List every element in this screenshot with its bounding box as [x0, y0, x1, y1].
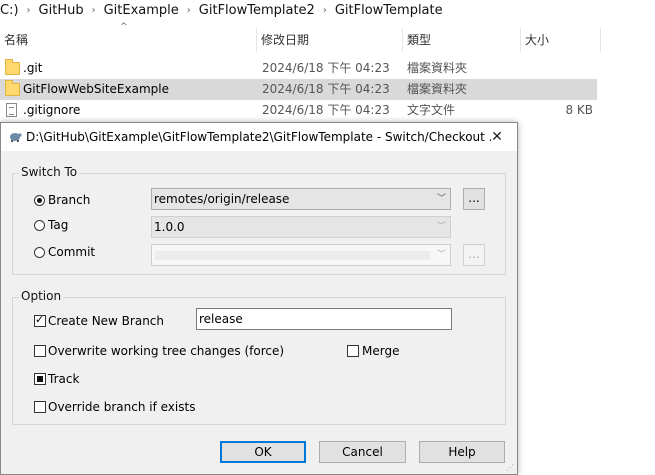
- branch-select[interactable]: remotes/origin/release ﹀: [151, 188, 451, 210]
- merge-checkbox[interactable]: [347, 345, 359, 357]
- file-name: GitFlowWebSiteExample: [23, 82, 169, 96]
- cancel-button[interactable]: Cancel: [319, 441, 406, 463]
- breadcrumb-item[interactable]: GitHub: [39, 3, 84, 18]
- folder-icon: [5, 59, 20, 75]
- ok-button[interactable]: OK: [220, 441, 306, 463]
- chevron-right-icon: ›: [26, 4, 31, 16]
- file-row[interactable]: GitFlowWebSiteExample 2024/6/18 下午 04:23…: [0, 79, 597, 100]
- chevron-right-icon: ›: [186, 4, 191, 16]
- column-header-name[interactable]: 名稱: [0, 28, 257, 52]
- tag-value: 1.0.0: [154, 220, 185, 234]
- group-label: Switch To: [19, 165, 80, 179]
- file-type: 檔案資料夾: [407, 82, 468, 96]
- column-header-type[interactable]: 類型: [403, 28, 521, 52]
- file-row[interactable]: .gitignore 2024/6/18 下午 04:23 文字文件 8 KB: [0, 100, 597, 121]
- group-label: Option: [19, 289, 64, 303]
- text-file-icon: [6, 103, 17, 117]
- overwrite-label: Overwrite working tree changes (force): [48, 344, 285, 358]
- tag-radio[interactable]: [34, 220, 45, 231]
- tag-label: Tag: [48, 218, 69, 232]
- column-header-size[interactable]: 大小: [521, 28, 601, 52]
- track-checkbox[interactable]: [34, 373, 46, 385]
- overwrite-checkbox[interactable]: [34, 345, 46, 357]
- override-branch-label: Override branch if exists: [48, 400, 196, 414]
- file-modified: 2024/6/18 下午 04:23: [262, 61, 390, 75]
- help-button[interactable]: Help: [419, 441, 505, 463]
- close-icon[interactable]: ✕: [483, 123, 511, 151]
- commit-radio[interactable]: [34, 247, 45, 258]
- column-header-modified[interactable]: 修改日期: [257, 28, 403, 52]
- track-label: Track: [48, 372, 80, 386]
- branch-value: remotes/origin/release: [154, 192, 290, 206]
- chevron-right-icon: ›: [91, 4, 96, 16]
- column-headers: 名稱 修改日期 類型 大小: [0, 28, 655, 52]
- merge-label: Merge: [362, 344, 400, 358]
- new-branch-input[interactable]: release: [196, 308, 452, 330]
- file-modified: 2024/6/18 下午 04:23: [262, 82, 390, 96]
- dialog-title: D:\GitHub\GitExample\GitFlowTemplate2\Gi…: [26, 130, 491, 144]
- breadcrumb-item[interactable]: GitFlowTemplate: [335, 3, 443, 18]
- commit-label: Commit: [48, 245, 96, 259]
- dialog-titlebar[interactable]: D:\GitHub\GitExample\GitFlowTemplate2\Gi…: [1, 123, 517, 151]
- create-new-branch-label: Create New Branch: [48, 314, 165, 328]
- tag-select[interactable]: 1.0.0 ﹀: [151, 216, 451, 238]
- browse-branch-button[interactable]: ...: [463, 188, 485, 210]
- switch-checkout-dialog: D:\GitHub\GitExample\GitFlowTemplate2\Gi…: [0, 122, 518, 475]
- chevron-right-icon: ›: [322, 4, 327, 16]
- breadcrumb-item[interactable]: C:): [0, 3, 19, 18]
- folder-icon: [5, 80, 20, 96]
- commit-select[interactable]: ﹀: [151, 244, 451, 266]
- branch-label: Branch: [48, 193, 91, 207]
- breadcrumb-item[interactable]: GitExample: [104, 3, 179, 18]
- tortoisegit-icon: [10, 133, 22, 142]
- branch-radio[interactable]: [34, 195, 45, 206]
- chevron-down-icon: ﹀: [436, 194, 446, 204]
- override-branch-checkbox[interactable]: [34, 401, 46, 413]
- resize-grip-icon[interactable]: ⋰: [506, 463, 516, 473]
- chevron-down-icon: ﹀: [436, 222, 446, 232]
- browse-commit-button[interactable]: ...: [463, 244, 485, 266]
- commit-input-area: [155, 251, 430, 260]
- file-type: 文字文件: [407, 103, 456, 117]
- file-size: 8 KB: [565, 103, 593, 117]
- breadcrumb-item[interactable]: GitFlowTemplate2: [199, 3, 315, 18]
- breadcrumb: C:) › GitHub › GitExample › GitFlowTempl…: [0, 0, 655, 20]
- file-name: .gitignore: [23, 103, 81, 117]
- file-name: .git: [23, 61, 43, 75]
- create-new-branch-checkbox[interactable]: [34, 313, 46, 327]
- file-row[interactable]: .git 2024/6/18 下午 04:23 檔案資料夾: [0, 58, 597, 79]
- file-type: 檔案資料夾: [407, 61, 468, 75]
- chevron-down-icon: ﹀: [436, 250, 446, 260]
- file-modified: 2024/6/18 下午 04:23: [262, 103, 390, 117]
